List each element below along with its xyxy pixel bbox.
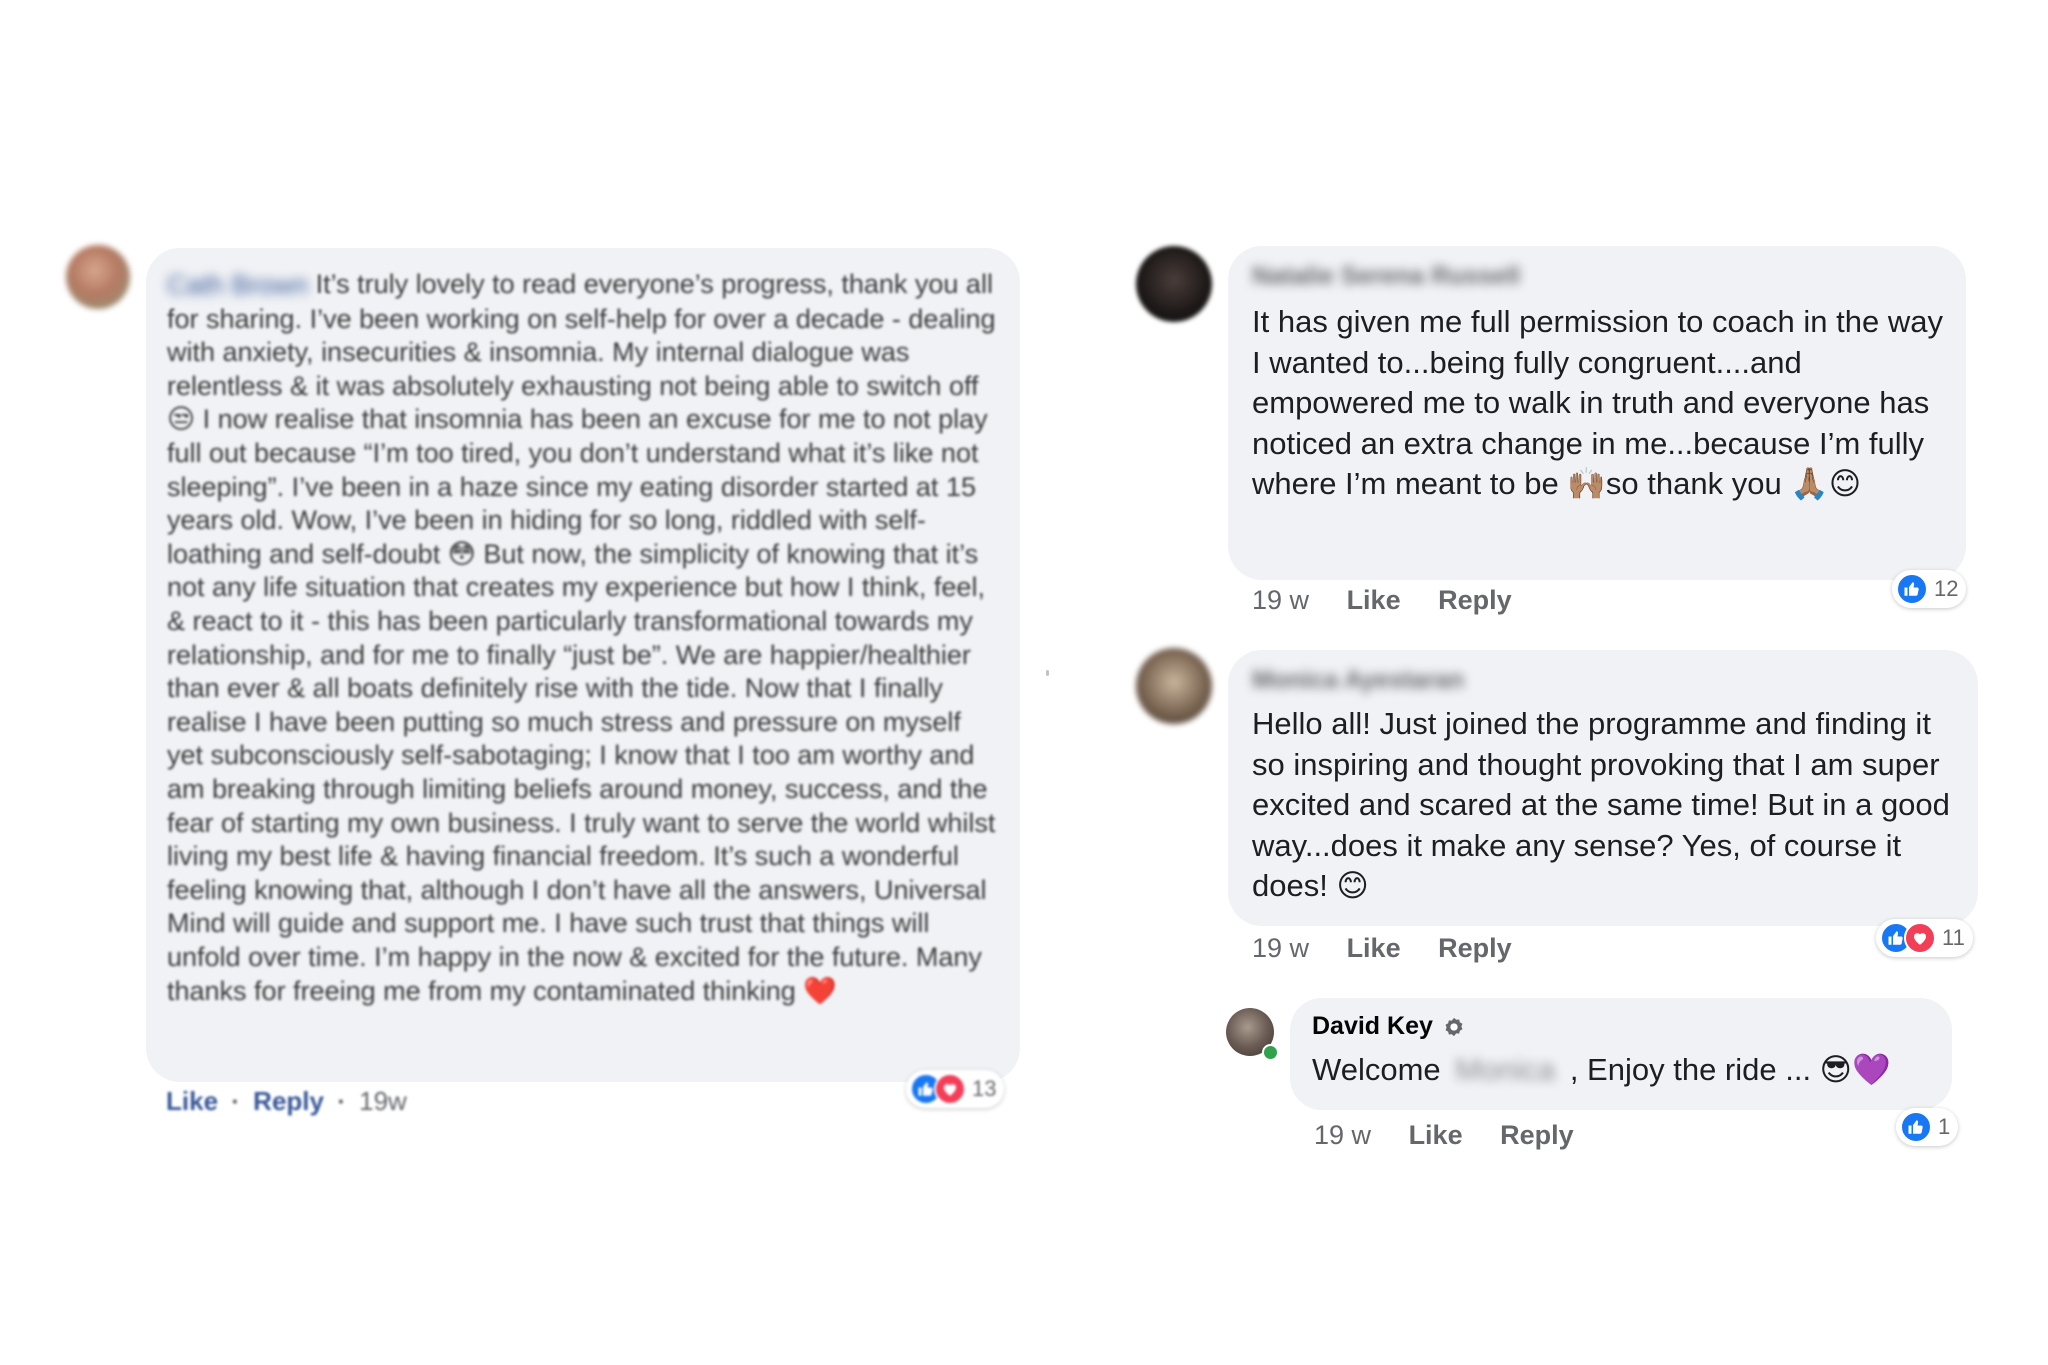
like-link[interactable]: Like [1347,585,1401,615]
reply-link[interactable]: Reply [1438,933,1512,963]
comment-author[interactable]: Cath Brown [167,269,308,303]
reaction-summary[interactable]: 13 [906,1070,1005,1108]
reply-link[interactable]: Reply [1500,1120,1574,1150]
comment-bubble: Monica Ayestaran Hello all! Just joined … [1228,650,1978,926]
avatar[interactable] [1136,648,1212,724]
like-reaction-icon [1896,573,1928,605]
reply-author[interactable]: David Key [1312,1012,1433,1041]
reply-text: Welcome Monica , Enjoy the ride ... 😎💜 [1312,1051,1932,1088]
reaction-summary[interactable]: 12 [1892,570,1967,608]
comment-text: Hello all! Just joined the programme and… [1252,706,1950,903]
divider-dot [1046,670,1049,676]
reaction-count: 13 [972,1076,997,1101]
reaction-summary[interactable]: 1 [1896,1108,1959,1146]
love-reaction-icon [1904,922,1936,954]
reaction-summary[interactable]: 11 [1876,919,1973,957]
like-link[interactable]: Like [1409,1120,1463,1150]
like-link[interactable]: Like [1347,933,1401,963]
reply-link[interactable]: Reply [253,1086,324,1116]
comment-text: It’s truly lovely to read everyone’s pro… [167,269,996,1006]
comment-timestamp[interactable]: 19 w [1252,933,1309,963]
verified-badge-icon [1443,1016,1465,1038]
comment-actions: 19 w Like Reply [1252,933,1542,964]
reply-actions: 19 w Like Reply [1314,1120,1604,1151]
reply-text-start: Welcome [1312,1052,1441,1087]
reaction-count: 1 [1938,1114,1951,1139]
comment-timestamp[interactable]: 19w [359,1086,407,1116]
comment-author[interactable]: Natalie Serena Russell [1252,262,1944,294]
reaction-count: 11 [1942,925,1965,950]
comment-actions: 19 w Like Reply [1252,585,1542,616]
online-status-dot [1262,1044,1279,1061]
comment-author[interactable]: Monica Ayestaran [1252,666,1956,698]
avatar[interactable] [1136,246,1212,322]
love-reaction-icon [934,1073,966,1105]
reply-text-end: , Enjoy the ride ... 😎💜 [1569,1052,1891,1087]
separator: · [337,1086,346,1116]
comment-text: It has given me full permission to coach… [1252,304,1943,501]
like-reaction-icon [1900,1111,1932,1143]
reply-link[interactable]: Reply [1438,585,1512,615]
reply-bubble: David Key Welcome Monica , Enjoy the rid… [1290,998,1952,1110]
like-link[interactable]: Like [166,1086,218,1116]
comment-timestamp[interactable]: 19 w [1252,585,1309,615]
reaction-count: 12 [1934,576,1959,601]
avatar[interactable] [66,245,130,309]
separator: · [231,1086,240,1116]
comment-bubble: Natalie Serena Russell It has given me f… [1228,246,1966,580]
mention-link[interactable]: Monica [1455,1052,1555,1087]
reply-timestamp[interactable]: 19 w [1314,1120,1371,1150]
comment-actions: Like · Reply · 19w [166,1086,437,1117]
comment-bubble: Cath Brown It’s truly lovely to read eve… [146,248,1020,1082]
